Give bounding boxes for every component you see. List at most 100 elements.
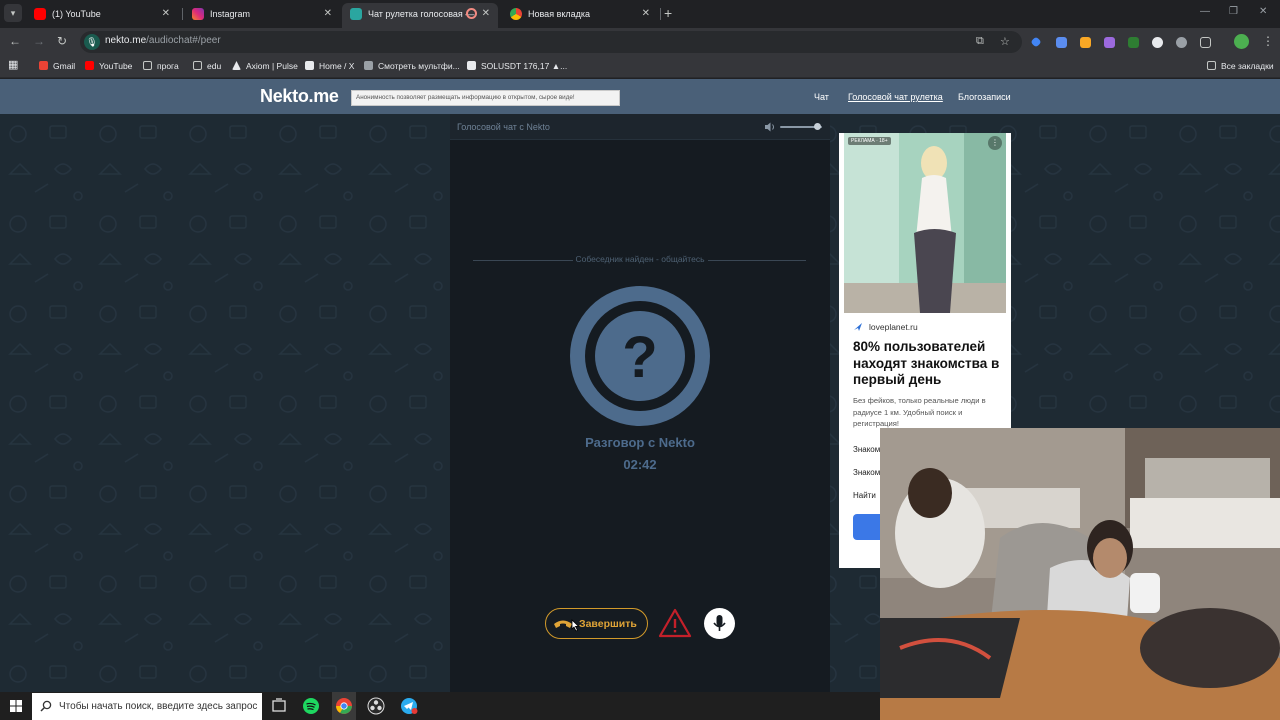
ad-sitelink[interactable]: Знаком — [853, 468, 880, 477]
bookmark-label: edu — [207, 61, 222, 71]
profile-avatar[interactable] — [1234, 34, 1249, 49]
site-header: Nekto.me Анонимность позволяет размещать… — [0, 79, 1280, 114]
telegram-icon[interactable] — [400, 697, 418, 715]
browser-toolbar: ← → ↻ 🎙 nekto.me/audiochat#/peer ⧉ ☆ ⋮ — [0, 28, 1280, 56]
bookmark-folder-edu[interactable]: edu — [193, 60, 221, 73]
film-icon — [364, 61, 373, 70]
close-icon[interactable]: ✕ — [162, 3, 170, 25]
report-warning-icon[interactable] — [658, 607, 692, 639]
close-icon[interactable]: ✕ — [642, 3, 650, 25]
nav-voice-roulette[interactable]: Голосовой чат рулетка — [848, 92, 943, 102]
ad-headline[interactable]: 80% пользователей находят знакомства в п… — [853, 339, 1003, 389]
site-info-icon[interactable]: 🎙 — [84, 34, 100, 50]
extension-icon[interactable] — [1080, 37, 1091, 48]
gmail-icon — [39, 61, 48, 70]
tab-youtube[interactable]: (1) YouTube ✕ — [26, 3, 178, 25]
close-window-button[interactable]: ✕ — [1259, 6, 1267, 17]
bookmark-cartoons[interactable]: Смотреть мультфи... — [364, 60, 460, 73]
bookmark-label: Home / X — [319, 61, 355, 71]
tab-new[interactable]: Новая вкладка ✕ — [502, 3, 658, 25]
address-bar[interactable]: 🎙 nekto.me/audiochat#/peer ⧉ ☆ — [80, 31, 1022, 53]
axiom-icon — [232, 61, 241, 70]
extension-icon[interactable] — [1176, 37, 1187, 48]
all-bookmarks[interactable]: Все закладки — [1207, 60, 1274, 73]
windows-taskbar: Чтобы начать поиск, введите здесь запрос — [0, 692, 880, 720]
extension-icon[interactable] — [1056, 37, 1067, 48]
ad-label: РЕКЛАМА · 18+ — [848, 137, 891, 145]
nekto-icon — [350, 8, 362, 20]
reload-icon[interactable]: ↻ — [57, 34, 67, 48]
chrome-icon[interactable] — [335, 697, 353, 715]
microphone-button[interactable] — [704, 608, 735, 639]
peer-avatar: ? — [570, 286, 710, 426]
bookmarks-bar: ▦ Gmail YouTube прога edu Axiom | Pulse … — [0, 56, 1280, 78]
site-logo[interactable]: Nekto.me — [260, 86, 339, 107]
nav-chat[interactable]: Чат — [814, 92, 829, 102]
chrome-icon — [510, 8, 522, 20]
tab-search-button[interactable]: ▾ — [4, 4, 22, 22]
folder-icon — [1207, 61, 1216, 70]
bookmark-youtube[interactable]: YouTube — [85, 60, 132, 73]
extension-icon[interactable] — [1030, 36, 1042, 48]
bookmark-label: прога — [157, 61, 179, 71]
folder-icon — [193, 61, 202, 70]
extension-icon[interactable] — [1104, 37, 1115, 48]
peer-found-status: Собеседник найден - общайтесь — [575, 254, 705, 264]
end-call-button[interactable]: Завершить — [545, 608, 648, 639]
url-path: /audiochat#/peer — [146, 35, 221, 46]
tab-divider — [660, 8, 661, 20]
close-icon[interactable]: ✕ — [324, 3, 332, 25]
nav-blog[interactable]: Блогозаписи — [958, 92, 1011, 102]
bookmark-folder-proga[interactable]: прога — [143, 60, 179, 73]
x-icon — [305, 61, 314, 70]
bookmark-star-icon[interactable]: ☆ — [1000, 35, 1010, 48]
avatar-question-mark: ? — [622, 325, 657, 390]
bookmark-label: Gmail — [53, 61, 76, 71]
extension-icon[interactable] — [1152, 37, 1163, 48]
tab-title: Чат рулетка голосовая — — [368, 9, 475, 19]
install-app-icon[interactable]: ⧉ — [976, 35, 984, 48]
tab-instagram[interactable]: Instagram ✕ — [184, 3, 340, 25]
task-view-icon[interactable] — [270, 697, 288, 715]
apps-grid-icon[interactable]: ▦ — [8, 59, 18, 72]
ad-image[interactable]: РЕКЛАМА · 18+ ⋮ — [844, 133, 1006, 313]
windows-start-icon[interactable] — [10, 700, 22, 712]
url-text[interactable]: nekto.me/audiochat#/peer — [105, 35, 221, 46]
chat-header: Голосовой чат с Nekto — [450, 114, 830, 140]
taskbar-search-input[interactable]: Чтобы начать поиск, введите здесь запрос — [32, 693, 262, 720]
bookmark-label: SOLUSDT 176,17 ▲... — [481, 61, 568, 71]
webcam-video — [880, 428, 1280, 720]
back-icon[interactable]: ← — [9, 34, 21, 48]
volume-slider-handle[interactable] — [813, 123, 821, 130]
recording-icon — [466, 8, 477, 19]
chat-title: Голосовой чат с Nekto — [457, 122, 550, 132]
forward-icon[interactable]: → — [33, 34, 45, 48]
menu-kebab-icon[interactable]: ⋮ — [1262, 34, 1274, 48]
tab-nekto[interactable]: Чат рулетка голосовая — ✕ — [342, 3, 498, 28]
minimize-button[interactable]: — — [1200, 6, 1210, 17]
new-tab-button[interactable]: + — [664, 5, 672, 21]
tab-bar: ▾ (1) YouTube ✕ Instagram ✕ Чат рулетка … — [0, 0, 1280, 28]
microphone-icon — [713, 615, 726, 631]
bookmark-axiom[interactable]: Axiom | Pulse — [232, 60, 298, 73]
close-icon[interactable]: ✕ — [482, 3, 490, 25]
extension-icon[interactable] — [1128, 37, 1139, 48]
extensions-puzzle-icon[interactable] — [1200, 37, 1211, 48]
ad-options-icon[interactable]: ⋮ — [988, 136, 1002, 150]
ad-description: Без фейков, только реальные люди в радиу… — [853, 396, 986, 428]
spotify-icon[interactable] — [302, 697, 320, 715]
tab-title: (1) YouTube — [52, 9, 101, 19]
volume-icon[interactable] — [764, 121, 776, 133]
ad-sitelink[interactable]: Найти — [853, 491, 876, 500]
bookmark-gmail[interactable]: Gmail — [39, 60, 75, 73]
maximize-button[interactable]: ❐ — [1229, 6, 1238, 17]
obs-icon[interactable] — [367, 697, 385, 715]
youtube-icon — [85, 61, 94, 70]
tradingview-icon — [467, 61, 476, 70]
bookmark-solusdt[interactable]: SOLUSDT 176,17 ▲... — [467, 60, 567, 73]
bookmark-x[interactable]: Home / X — [305, 60, 354, 73]
peer-name: Разговор с Nekto — [585, 435, 695, 450]
ad-domain[interactable]: loveplanet.ru — [869, 322, 918, 332]
heart-plane-icon — [854, 323, 862, 331]
ad-sitelink[interactable]: Знаком — [853, 445, 880, 454]
